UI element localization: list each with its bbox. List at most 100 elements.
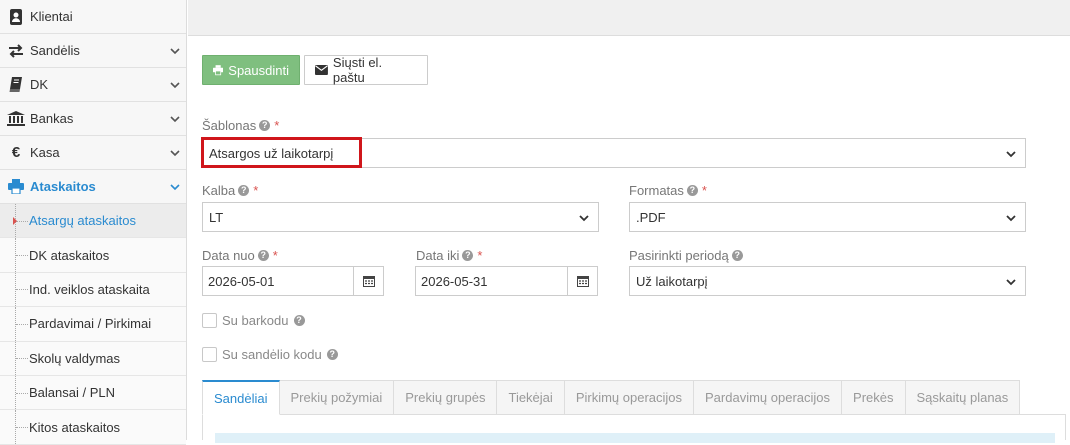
tab-prekiu-grupes[interactable]: Prekių grupės: [394, 380, 498, 415]
template-select[interactable]: Atsargos už laikotarpį: [202, 138, 1026, 168]
sidebar-item-label: DK: [30, 77, 49, 92]
help-icon[interactable]: ?: [257, 250, 269, 261]
print-button[interactable]: Spausdinti: [202, 55, 300, 85]
tree-connector: [15, 272, 28, 307]
send-email-button-label: Siųsti el. paštu: [332, 55, 383, 85]
send-email-button[interactable]: Siųsti el. paštu: [304, 55, 428, 85]
tab-tiekejai[interactable]: Tiekėjai: [497, 380, 565, 415]
chevron-down-icon: [170, 82, 180, 89]
tab-panel: [202, 415, 1066, 443]
sidebar-subitem-label: DK ataskaitos: [29, 247, 110, 263]
language-select[interactable]: LT: [202, 202, 599, 232]
sidebar-subitem-label: Kitos ataskaitos: [29, 419, 121, 435]
period-select[interactable]: Už laikotarpį: [629, 266, 1026, 296]
chevron-down-icon: [1006, 151, 1016, 158]
sidebar-subitem-balansai-pln[interactable]: Balansai / PLN: [0, 375, 186, 411]
date-from-input[interactable]: 2026-05-01: [202, 266, 384, 296]
format-select-value: .PDF: [636, 209, 666, 225]
template-label-text: Šablonas: [202, 118, 257, 133]
sidebar-item-ataskaitos[interactable]: Ataskaitos: [0, 170, 186, 204]
top-bar: [188, 0, 1070, 36]
sidebar-subitem-dk-ataskaitos[interactable]: DK ataskaitos: [0, 238, 186, 273]
tab-saskaitu-planas[interactable]: Sąskaitų planas: [905, 380, 1021, 415]
euro-icon: €: [11, 144, 21, 161]
template-select-value: Atsargos už laikotarpį: [209, 145, 334, 161]
help-icon[interactable]: ?: [686, 185, 698, 196]
language-select-value: LT: [209, 209, 224, 225]
language-label-text: Kalba: [202, 183, 236, 198]
format-select[interactable]: .PDF: [629, 202, 1026, 232]
date-from-value: 2026-05-01: [208, 273, 275, 289]
with-warehouse-code-row: Su sandėlio kodu ?: [202, 347, 338, 362]
sidebar-subitem-label: Skolų valdymas: [29, 350, 121, 366]
required-marker: *: [272, 248, 278, 263]
date-from-label-text: Data nuo: [202, 248, 255, 263]
chevron-down-icon: [170, 184, 180, 191]
with-warehouse-code-label: Su sandėlio kodu: [222, 347, 322, 362]
sidebar-subitem-ind-veiklos[interactable]: Ind. veiklos ataskaita: [0, 272, 186, 308]
language-label: Kalba ? *: [202, 183, 258, 198]
tab-prekiu-pozymiai[interactable]: Prekių požymiai: [279, 380, 395, 415]
tree-connector: [15, 410, 28, 444]
with-warehouse-code-checkbox[interactable]: [202, 347, 217, 362]
format-label: Formatas ? *: [629, 183, 707, 198]
sidebar-subitem-label: Ind. veiklos ataskaita: [29, 281, 150, 297]
tree-connector: [15, 238, 28, 272]
sidebar-item-bankas[interactable]: Bankas: [0, 102, 186, 136]
chevron-down-icon: [1006, 215, 1016, 222]
tree-connector: [15, 341, 28, 375]
sidebar-item-label: Ataskaitos: [30, 179, 96, 194]
period-label-text: Pasirinkti periodą: [629, 248, 729, 263]
required-marker: *: [274, 118, 280, 133]
book-icon: [6, 77, 26, 93]
help-icon[interactable]: ?: [326, 349, 338, 360]
sidebar-item-kasa[interactable]: € Kasa: [0, 136, 186, 170]
help-icon[interactable]: ?: [293, 315, 305, 326]
sidebar-subitem-label: Balansai / PLN: [29, 385, 115, 401]
print-button-label: Spausdinti: [228, 62, 289, 78]
with-barcode-row: Su barkodu ?: [202, 313, 305, 328]
calendar-icon: [362, 276, 375, 287]
sidebar-item-sandelis[interactable]: Sandėlis: [0, 34, 186, 68]
date-to-label: Data iki ? *: [416, 248, 482, 263]
sidebar-subitem-label: Pardavimai / Pirkimai: [29, 316, 152, 332]
calendar-button[interactable]: [353, 267, 383, 295]
chevron-down-icon: [170, 150, 180, 157]
chevron-down-icon: [170, 48, 180, 55]
sidebar-item-dk[interactable]: DK: [0, 68, 186, 102]
required-marker: *: [701, 183, 707, 198]
contacts-book-icon: [6, 8, 26, 25]
help-icon[interactable]: ?: [259, 120, 271, 131]
period-label: Pasirinkti periodą ?: [629, 248, 743, 263]
sidebar-subitem-pardavimai-pirkimai[interactable]: Pardavimai / Pirkimai: [0, 307, 186, 342]
info-box: [215, 433, 1055, 443]
help-icon[interactable]: ?: [731, 250, 743, 261]
bank-icon: [6, 111, 26, 127]
date-to-input[interactable]: 2026-05-31: [415, 266, 598, 296]
template-label: Šablonas ? *: [202, 118, 279, 133]
tab-pardavimu-operacijos[interactable]: Pardavimų operacijos: [694, 380, 843, 415]
exchange-arrows-icon: [6, 43, 26, 59]
period-select-value: Už laikotarpį: [636, 273, 708, 289]
tab-bar: Sandėliai Prekių požymiai Prekių grupės …: [202, 380, 1021, 415]
chevron-down-icon: [579, 215, 589, 222]
calendar-icon: [576, 276, 589, 287]
tab-prekes[interactable]: Prekės: [842, 380, 906, 415]
sidebar-item-label: Bankas: [30, 111, 74, 126]
tab-sandeliai[interactable]: Sandėliai: [202, 380, 280, 415]
tab-pirkimu-operacijos[interactable]: Pirkimų operacijos: [564, 380, 695, 415]
envelope-icon: [315, 65, 328, 75]
with-barcode-checkbox[interactable]: [202, 313, 217, 328]
date-from-label: Data nuo ? *: [202, 248, 278, 263]
sidebar-subitem-skolu-valdymas[interactable]: Skolų valdymas: [0, 341, 186, 376]
sidebar-subitem-label: Atsargų ataskaitos: [29, 213, 136, 229]
sidebar-subitem-atsargu-ataskaitos[interactable]: Atsargų ataskaitos: [0, 204, 186, 239]
help-icon[interactable]: ?: [462, 250, 474, 261]
help-icon[interactable]: ?: [238, 185, 250, 196]
sidebar-item-klientai[interactable]: Klientai: [0, 0, 186, 34]
date-to-value: 2026-05-31: [421, 273, 488, 289]
tree-connector: [15, 375, 28, 410]
print-icon: [213, 65, 224, 76]
tree-connector: [15, 307, 28, 341]
calendar-button[interactable]: [567, 267, 597, 295]
